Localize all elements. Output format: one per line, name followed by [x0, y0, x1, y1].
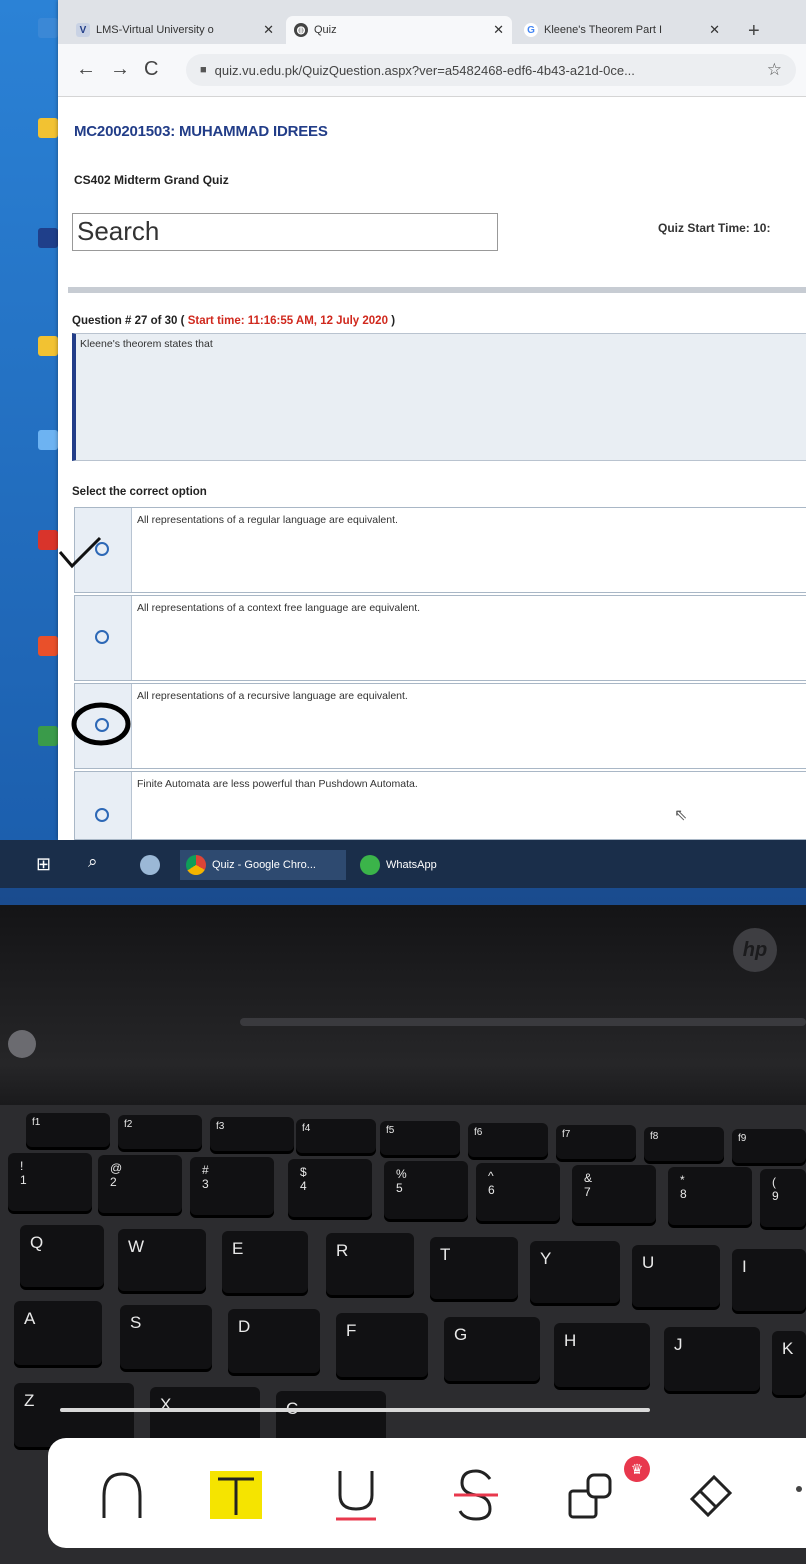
key-h: H: [554, 1323, 650, 1387]
whatsapp-icon: [360, 855, 380, 875]
power-button-icon: [8, 1030, 36, 1058]
key-i: I: [732, 1249, 806, 1311]
key-a: A: [14, 1301, 102, 1365]
windows-start-icon[interactable]: ⊞: [36, 854, 51, 875]
strikethrough-icon[interactable]: [446, 1465, 506, 1525]
taskbar-whatsapp[interactable]: WhatsApp: [354, 850, 514, 880]
more-tools-icon[interactable]: [796, 1486, 802, 1492]
key-2: @2: [98, 1155, 182, 1213]
eraser-icon[interactable]: [680, 1465, 740, 1525]
key-g: G: [444, 1317, 540, 1381]
key-8: * 8: [668, 1167, 752, 1225]
key-6: ^ 6: [476, 1163, 560, 1221]
circle-annotation: [71, 702, 131, 746]
key-r: R: [326, 1233, 414, 1295]
key-f5: f5: [380, 1121, 460, 1155]
hp-logo: hp: [733, 928, 777, 972]
chrome-icon: [186, 855, 206, 875]
pen-tool-icon[interactable]: [92, 1465, 152, 1525]
key-f3: f3: [210, 1117, 294, 1151]
key-1: ! 1: [8, 1153, 92, 1211]
checkmark-annotation: [58, 536, 102, 569]
key-t: T: [430, 1237, 518, 1299]
key-f1: f1: [26, 1113, 110, 1147]
key-4: $4: [288, 1159, 372, 1217]
key-d: D: [228, 1309, 320, 1373]
taskbar-chrome[interactable]: Quiz - Google Chro...: [180, 850, 346, 880]
key-f4: f4: [296, 1119, 376, 1153]
key-y: Y: [530, 1241, 620, 1303]
key-u: U: [632, 1245, 720, 1307]
key-f8: f8: [644, 1127, 724, 1161]
key-f: F: [336, 1313, 428, 1377]
text-highlight-icon[interactable]: [206, 1465, 266, 1525]
premium-crown-icon: ♛: [624, 1456, 650, 1482]
key-9: (9: [760, 1169, 806, 1227]
key-w: W: [118, 1229, 206, 1291]
key-e: E: [222, 1231, 308, 1293]
laptop-bezel: [0, 905, 806, 1105]
key-f9: f9: [732, 1129, 806, 1163]
app-icon: [140, 855, 160, 875]
taskbar-app-icon[interactable]: [134, 850, 174, 880]
key-3: #3: [190, 1157, 274, 1215]
key-q: Q: [20, 1225, 104, 1287]
monitor-screen: V LMS-Virtual University o ✕ ◍ Quiz ✕ G …: [0, 0, 806, 905]
key-f2: f2: [118, 1115, 202, 1149]
key-7: & 7: [572, 1165, 656, 1223]
drawer-handle[interactable]: [60, 1408, 650, 1412]
key-f6: f6: [468, 1123, 548, 1157]
search-icon[interactable]: ⌕: [88, 852, 98, 872]
shapes-icon[interactable]: [562, 1465, 622, 1525]
taskbar-chrome-label: Quiz - Google Chro...: [212, 859, 316, 871]
key-f7: f7: [556, 1125, 636, 1159]
taskbar-whatsapp-label: WhatsApp: [386, 859, 437, 871]
laptop-hinge: [240, 1018, 806, 1026]
key-k: K: [772, 1331, 806, 1395]
key-s: S: [120, 1305, 212, 1369]
key-j: J: [664, 1327, 760, 1391]
annotation-overlay: [58, 536, 131, 746]
underline-icon[interactable]: [326, 1465, 386, 1525]
taskbar: ⊞ ⌕ Quiz - Google Chro... WhatsApp: [0, 840, 806, 888]
key-5: % 5: [384, 1161, 468, 1219]
